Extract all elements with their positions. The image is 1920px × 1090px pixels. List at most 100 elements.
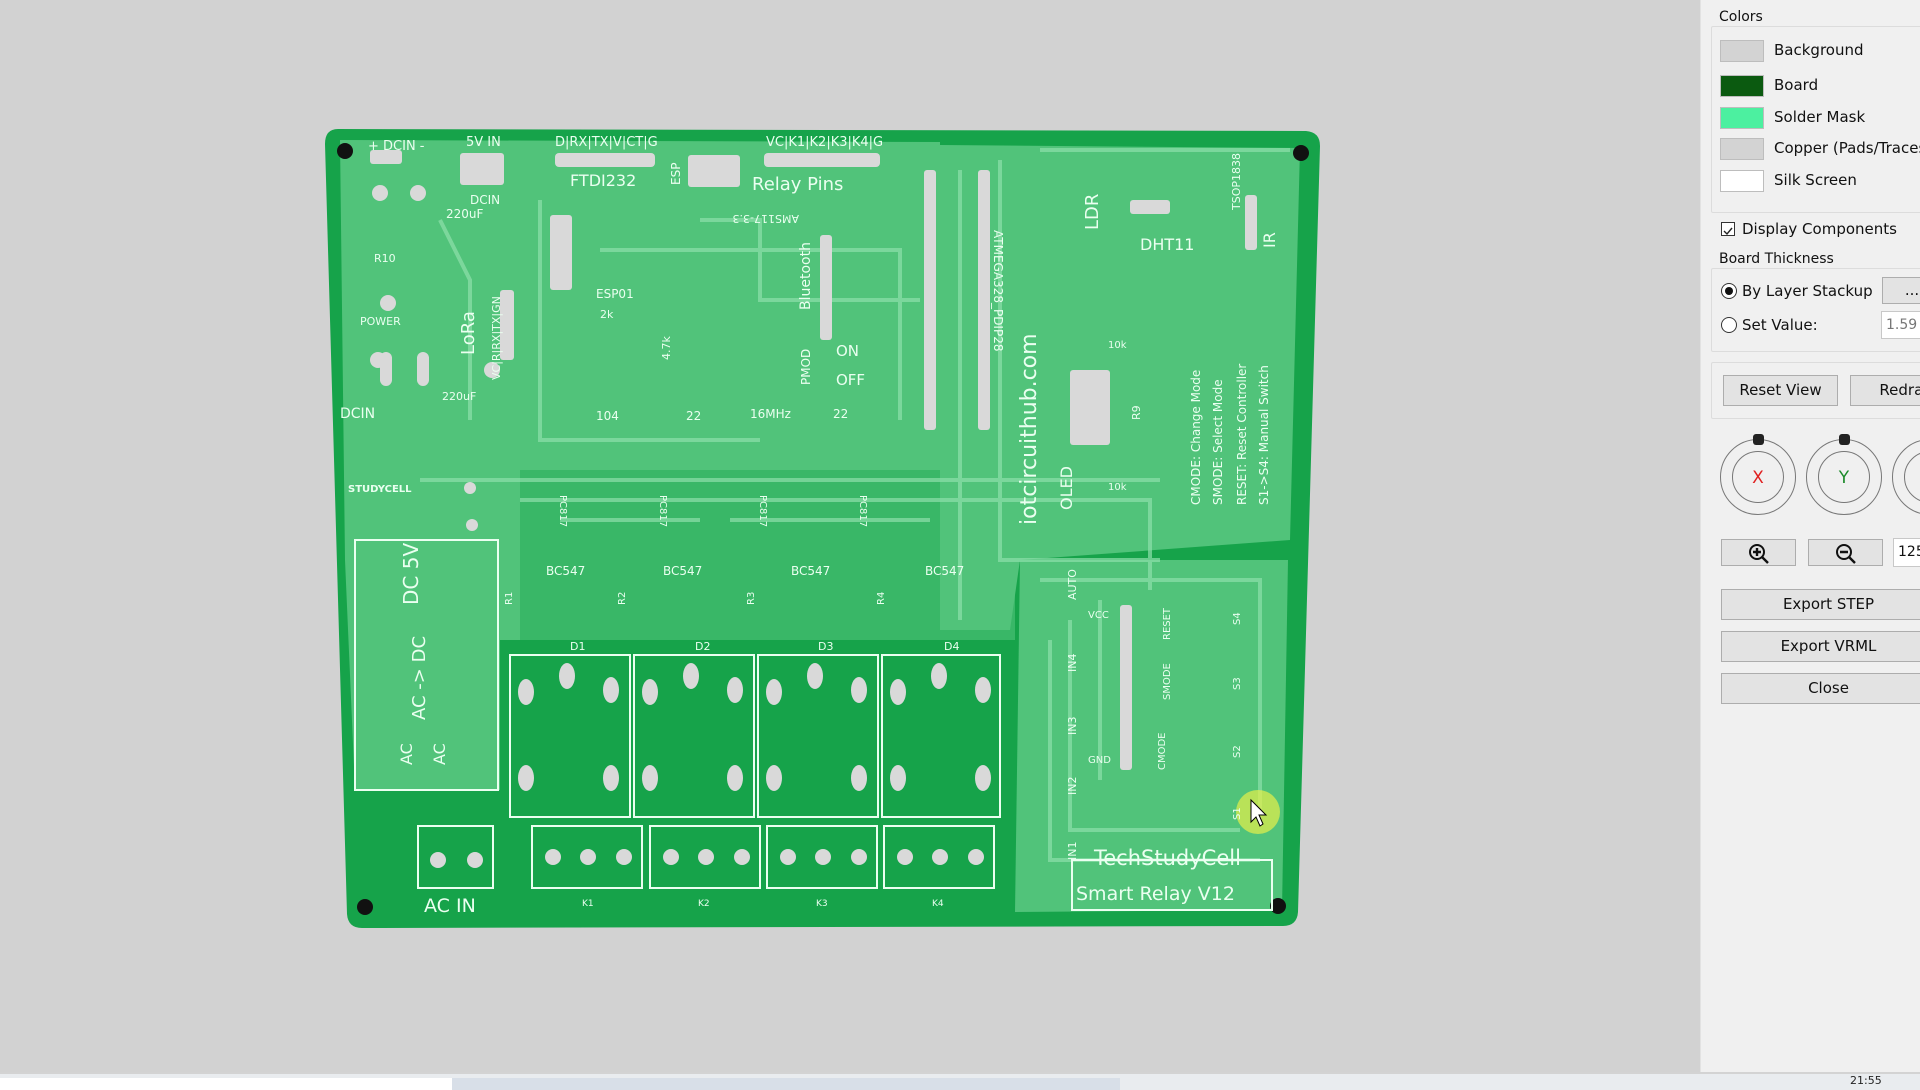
label-ftdi232: FTDI232	[570, 171, 636, 190]
label-r10: R10	[374, 252, 396, 265]
label-tsop1838: TSOP1838	[1230, 153, 1243, 211]
color-swatch-background[interactable]	[1720, 40, 1764, 62]
label-4-7k: 4.7k	[660, 336, 673, 360]
export-step-button[interactable]: Export STEP	[1721, 589, 1920, 620]
label-16mhz: 16MHz	[750, 407, 791, 421]
label-ac-in: AC IN	[424, 895, 476, 917]
label-help-reset: RESET: Reset Controller	[1235, 364, 1249, 505]
label-ir: IR	[1260, 232, 1279, 248]
label-pc817-2: PC817	[657, 495, 668, 527]
label-in3: IN3	[1066, 717, 1079, 735]
label-dht11: DHT11	[1140, 235, 1194, 254]
label-k3: K3	[816, 899, 828, 909]
rotate-z-dial[interactable]: Z	[1892, 439, 1920, 515]
label-bc547-4: BC547	[925, 564, 964, 578]
taskbar-search-area[interactable]	[0, 1078, 452, 1090]
label-help-switch: S1->S4: Manual Switch	[1257, 365, 1271, 505]
label-brand: TechStudyCell	[1093, 846, 1241, 870]
label-atmega328: ATMEGA328_PDIP28	[991, 230, 1005, 351]
set-value-label: Set Value:	[1742, 316, 1818, 334]
label-pmod: PMOD	[799, 349, 813, 385]
label-power: POWER	[360, 315, 401, 328]
display-components-checkbox[interactable]	[1721, 222, 1735, 236]
label-s3: S3	[1232, 677, 1243, 690]
label-auto: AUTO	[1066, 569, 1079, 600]
label-in4: IN4	[1066, 654, 1079, 672]
layer-stackup-more-button[interactable]: ...	[1882, 277, 1920, 304]
label-dcin-top: + DCIN -	[368, 139, 425, 154]
label-5v-in: 5V IN	[466, 135, 501, 150]
rotate-x-label: X	[1732, 451, 1784, 503]
color-swatch-silk-screen[interactable]	[1720, 170, 1764, 192]
label-d2: D2	[695, 640, 710, 653]
label-iotcircuithub: iotcircuithub.com	[1017, 333, 1042, 525]
label-esp: ESP	[669, 163, 683, 185]
label-help-cmode: CMODE: Change Mode	[1189, 370, 1203, 505]
reset-view-button[interactable]: Reset View	[1723, 375, 1838, 406]
3d-board-viewport[interactable]: + DCIN - 5V IN DCIN 220uF R10 POWER DCIN…	[0, 0, 1700, 1072]
close-button[interactable]: Close	[1721, 673, 1920, 704]
label-relay-pins-header: VC|K1|K2|K3|K4|G	[766, 135, 883, 150]
zoom-out-icon	[1835, 544, 1856, 564]
label-dcin-left: DCIN	[340, 406, 375, 422]
label-22a: 22	[686, 409, 701, 423]
label-d3: D3	[818, 640, 833, 653]
label-vcc: VCC	[1088, 610, 1109, 621]
rotate-x-dial[interactable]: X	[1720, 434, 1796, 515]
colors-title: Colors	[1719, 9, 1763, 25]
zoom-value-input[interactable]: 125	[1893, 538, 1920, 567]
zoom-in-icon	[1748, 544, 1769, 564]
by-layer-stackup-label: By Layer Stackup	[1742, 282, 1873, 300]
label-ams117: AMS117-3.3	[733, 212, 799, 225]
color-label-board: Board	[1774, 76, 1819, 94]
label-k1: K1	[582, 899, 594, 909]
label-on: ON	[836, 342, 859, 360]
label-pc817-4: PC817	[857, 495, 868, 527]
label-104: 104	[596, 409, 619, 423]
color-label-silk-screen: Silk Screen	[1774, 171, 1857, 189]
label-bc547-2: BC547	[663, 564, 702, 578]
label-gnd: GND	[1088, 755, 1111, 766]
by-layer-stackup-radio[interactable]	[1721, 283, 1737, 299]
taskbar: 21:55	[0, 1074, 1920, 1090]
rotate-y-dial[interactable]: Y	[1806, 434, 1882, 515]
zoom-in-button[interactable]	[1721, 539, 1796, 566]
checkmark-icon	[1723, 227, 1733, 236]
color-swatch-solder-mask[interactable]	[1720, 107, 1764, 129]
pcb-board-render[interactable]: + DCIN - 5V IN DCIN 220uF R10 POWER DCIN…	[0, 0, 1700, 1072]
color-swatch-board[interactable]	[1720, 75, 1764, 97]
label-k2: K2	[698, 899, 710, 909]
redraw-button[interactable]: Redraw	[1850, 375, 1920, 406]
set-value-radio[interactable]	[1721, 317, 1737, 333]
label-ac-1: AC	[397, 743, 416, 765]
label-dc-5v: DC 5V	[399, 543, 423, 605]
label-2k: 2k	[600, 308, 614, 321]
label-r3: R3	[746, 592, 757, 605]
thickness-value-input[interactable]: 1.59	[1881, 311, 1920, 339]
label-cmode-btn: CMODE	[1157, 733, 1168, 771]
label-off: OFF	[836, 371, 865, 389]
label-reset-btn: RESET	[1162, 607, 1173, 640]
color-swatch-copper[interactable]	[1720, 138, 1764, 160]
label-r4: R4	[876, 592, 887, 605]
label-in1: IN1	[1066, 842, 1079, 860]
label-dcin-mid: DCIN	[470, 193, 500, 207]
taskbar-apps[interactable]	[452, 1078, 1120, 1090]
label-s2: S2	[1232, 745, 1243, 758]
label-bc547-1: BC547	[546, 564, 585, 578]
label-10k: 10k	[1108, 340, 1127, 351]
rotate-z-label: Z	[1904, 451, 1920, 503]
export-vrml-button[interactable]: Export VRML	[1721, 631, 1920, 662]
studycell-logo: STUDYCELL	[348, 484, 412, 495]
zoom-out-button[interactable]	[1808, 539, 1883, 566]
label-10k-b: 10k	[1108, 482, 1127, 493]
label-d4: D4	[944, 640, 959, 653]
label-esp01: ESP01	[596, 287, 634, 301]
label-r9: R9	[1130, 405, 1143, 420]
label-220uf-b: 220uF	[442, 390, 476, 403]
label-bc547-3: BC547	[791, 564, 830, 578]
label-product: Smart Relay V12	[1076, 883, 1235, 905]
label-ldr: LDR	[1082, 194, 1103, 230]
color-label-solder-mask: Solder Mask	[1774, 108, 1866, 126]
thickness-title: Board Thickness	[1719, 251, 1834, 267]
